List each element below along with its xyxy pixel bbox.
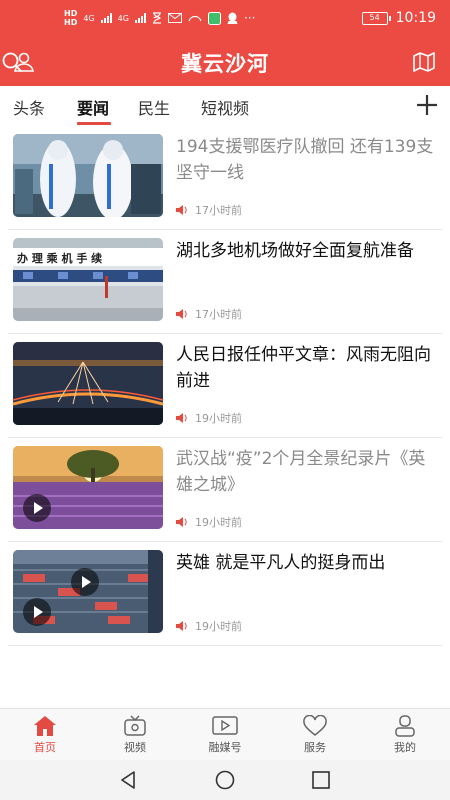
tab-short-video[interactable]: 短视频 xyxy=(201,95,249,119)
app-header: 冀云沙河 xyxy=(0,38,450,86)
active-tab-indicator xyxy=(77,122,111,125)
heart-icon xyxy=(303,715,327,736)
map-icon[interactable] xyxy=(412,50,436,74)
media-play-icon xyxy=(212,716,238,735)
user-icon xyxy=(395,715,415,737)
news-item[interactable]: 武汉战“疫”2个月全景纪录片《英雄之城》 19小时前 xyxy=(0,438,450,542)
add-channel-icon[interactable] xyxy=(414,92,440,118)
news-time: 19小时前 xyxy=(195,620,242,633)
signal-icon-2 xyxy=(134,13,146,23)
nav-label: 我的 xyxy=(394,741,416,754)
speaker-icon[interactable] xyxy=(176,517,188,527)
news-meta: 19小时前 xyxy=(176,618,242,634)
speaker-icon[interactable] xyxy=(176,309,188,319)
airport-sign-text: 办 理 乘 机 手 续 xyxy=(17,251,102,265)
hd-indicator-2: HD xyxy=(64,18,78,27)
clock: 10:19 xyxy=(395,10,436,26)
nav-media[interactable]: 融媒号 xyxy=(190,715,260,755)
hd-indicator-1: HD xyxy=(64,9,78,18)
nav-label: 服务 xyxy=(304,741,326,754)
divider xyxy=(8,645,442,646)
speaker-icon[interactable] xyxy=(176,205,188,215)
home-icon xyxy=(34,716,56,736)
nav-mine[interactable]: 我的 xyxy=(370,715,440,755)
tab-headlines[interactable]: 头条 xyxy=(13,95,45,119)
news-title[interactable]: 194支援鄂医疗队撤回 还有139支坚守一线 xyxy=(176,134,440,186)
news-item[interactable]: 办 理 乘 机 手 续 湖北多地机场做好全面复航准备 17小时前 xyxy=(0,230,450,334)
play-video-icon[interactable] xyxy=(23,494,51,522)
news-time: 17小时前 xyxy=(195,204,242,217)
news-thumbnail-medical-team xyxy=(13,134,163,217)
news-meta: 19小时前 xyxy=(176,514,242,530)
nav-video[interactable]: 视频 xyxy=(100,715,170,755)
news-thumbnail-field-hospital xyxy=(13,550,163,633)
battery-level: 54 xyxy=(369,12,380,22)
news-item[interactable]: 194支援鄂医疗队撤回 还有139支坚守一线 17小时前 xyxy=(0,126,450,230)
app-title: 冀云沙河 xyxy=(181,52,269,76)
battery-icon: 54 xyxy=(361,11,391,25)
news-thumbnail-airport: 办 理 乘 机 手 续 xyxy=(13,238,163,321)
signal-icon-1 xyxy=(100,13,112,23)
news-title[interactable]: 湖北多地机场做好全面复航准备 xyxy=(176,238,440,264)
news-thumbnail-bridge-night xyxy=(13,342,163,425)
mail-icon xyxy=(167,13,182,23)
tv-icon xyxy=(124,715,146,736)
nav-home[interactable]: 首页 xyxy=(10,715,80,755)
tab-livelihood[interactable]: 民生 xyxy=(138,95,170,119)
news-meta: 19小时前 xyxy=(176,410,242,426)
speaker-icon[interactable] xyxy=(176,413,188,423)
nav-service[interactable]: 服务 xyxy=(280,715,350,755)
bottom-navigation: 首页 视频 融媒号 服务 我的 xyxy=(0,708,450,760)
status-bar: HD HD 4G 4G ··· 54 10:19 xyxy=(0,0,450,38)
play-video-icon[interactable] xyxy=(71,568,99,596)
qq-icon xyxy=(227,12,238,24)
news-item[interactable]: 人民日报任仲平文章：风雨无阻向前进 19小时前 xyxy=(0,334,450,438)
play-video-icon[interactable] xyxy=(23,598,51,626)
news-thumbnail-lavender-field xyxy=(13,446,163,529)
news-title[interactable]: 英雄 就是平凡人的挺身而出 xyxy=(176,550,440,576)
news-meta: 17小时前 xyxy=(176,306,242,322)
speaker-icon[interactable] xyxy=(176,621,188,631)
search-icon[interactable] xyxy=(0,50,24,74)
news-meta: 17小时前 xyxy=(176,202,242,218)
nav-label: 融媒号 xyxy=(208,741,242,754)
more-notifications: ··· xyxy=(243,11,256,25)
news-time: 19小时前 xyxy=(195,516,242,529)
nav-label: 视频 xyxy=(124,741,146,754)
system-navigation-bar xyxy=(0,760,450,800)
status-left: HD HD 4G 4G ··· xyxy=(64,9,255,27)
network-type-1: 4G xyxy=(83,13,95,23)
back-icon[interactable] xyxy=(118,769,140,791)
news-item[interactable]: 英雄 就是平凡人的挺身而出 19小时前 xyxy=(0,542,450,646)
news-time: 19小时前 xyxy=(195,412,242,425)
news-time: 17小时前 xyxy=(195,308,242,321)
nav-label: 首页 xyxy=(34,741,56,754)
network-type-2: 4G xyxy=(117,13,129,23)
home-circle-icon[interactable] xyxy=(214,769,236,791)
hourglass-icon xyxy=(152,12,161,24)
news-title[interactable]: 武汉战“疫”2个月全景纪录片《英雄之城》 xyxy=(176,446,440,498)
recent-apps-icon[interactable] xyxy=(310,769,332,791)
app-notification-icon xyxy=(188,15,202,22)
channel-tabs: 头条 要闻 民生 短视频 xyxy=(0,86,450,126)
status-right: 54 10:19 xyxy=(361,10,436,26)
wechat-icon xyxy=(207,11,221,25)
tab-news[interactable]: 要闻 xyxy=(77,95,109,119)
news-title[interactable]: 人民日报任仲平文章：风雨无阻向前进 xyxy=(176,342,440,394)
